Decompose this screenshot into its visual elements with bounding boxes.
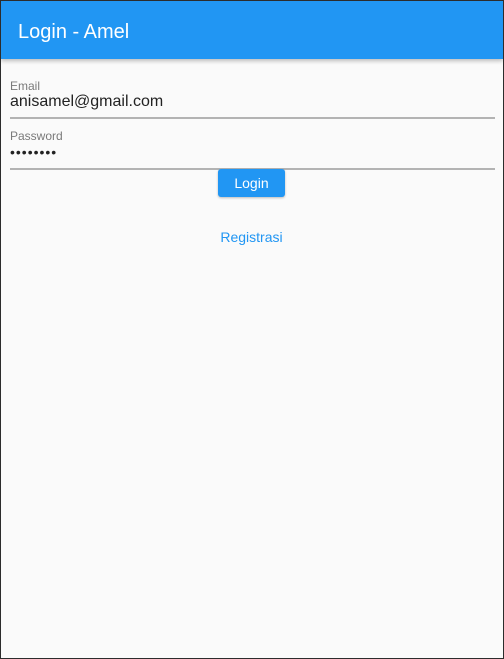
password-field[interactable]: Password •••••••• [10, 129, 495, 171]
app-bar: Login - Amel [1, 1, 503, 59]
page-title: Login - Amel [18, 21, 130, 43]
app-window: Login - Amel Email anisamel@gmail.com Pa… [1, 1, 503, 658]
email-label: Email [10, 79, 41, 93]
register-link[interactable]: Registrasi [201, 227, 302, 247]
password-input[interactable]: •••••••• [10, 143, 57, 161]
login-button[interactable]: Login [218, 169, 285, 197]
password-label: Password [10, 129, 63, 143]
email-input[interactable]: anisamel@gmail.com [10, 93, 163, 111]
email-field[interactable]: Email anisamel@gmail.com [10, 79, 495, 121]
email-underline [10, 117, 495, 119]
